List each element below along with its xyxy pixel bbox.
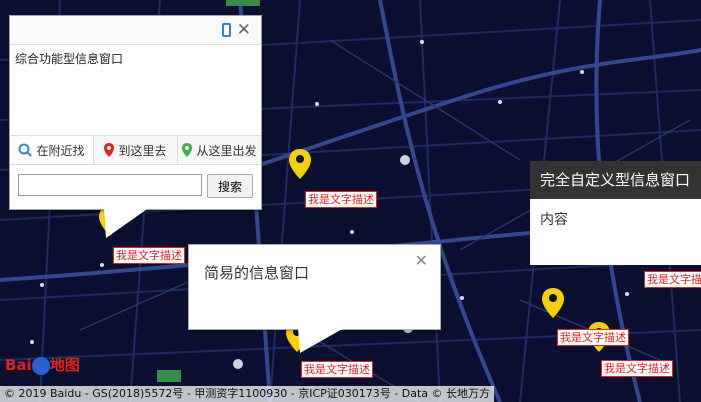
logo-text: Bai [5, 356, 32, 374]
search-button[interactable]: 搜索 [207, 174, 253, 198]
marker-label: 我是文字描述 [113, 247, 185, 264]
copyright-bar: © 2019 Baidu - GS(2018)5572号 - 甲测资字11009… [0, 386, 495, 402]
simple-info-window: 简易的信息窗口 ✕ [188, 244, 441, 330]
info-window-toolbar: ✕ [10, 16, 261, 45]
marker-label: 我是文字描述 [557, 329, 629, 346]
tab-label: 在附近找 [36, 143, 85, 158]
red-pin-icon [104, 143, 115, 157]
info-window-tail [104, 207, 150, 238]
search-row: 搜索 [18, 174, 253, 198]
custom-window-title: 完全自定义型信息窗口 [530, 161, 701, 199]
complex-info-window: ✕ 综合功能型信息窗口 在附近找 到这里去 从这里出发 搜索 [9, 15, 262, 210]
info-window-tabs: 在附近找 到这里去 从这里出发 [10, 135, 261, 165]
map-marker-icon[interactable] [289, 149, 311, 179]
send-to-phone-icon[interactable] [222, 23, 231, 37]
close-icon[interactable]: ✕ [237, 20, 251, 40]
info-window-title: 综合功能型信息窗口 [15, 52, 124, 66]
search-input[interactable] [18, 174, 202, 196]
custom-window-content: 内容 [540, 212, 568, 228]
tab-start-here[interactable]: 从这里出发 [178, 136, 261, 164]
baidu-logo: Bai 地图 [5, 354, 80, 375]
paw-icon [31, 356, 50, 375]
info-window-title: 简易的信息窗口 [204, 264, 310, 282]
marker-label: 我是文字描述 [305, 191, 377, 208]
tab-label: 从这里出发 [196, 143, 257, 158]
custom-info-window: 完全自定义型信息窗口 内容 [530, 161, 701, 265]
tab-label: 到这里去 [118, 143, 167, 158]
info-window-tail [298, 328, 344, 353]
green-pin-icon [182, 143, 193, 157]
tab-go-here[interactable]: 到这里去 [94, 136, 178, 164]
tab-nearby[interactable]: 在附近找 [10, 136, 94, 164]
map-marker-icon[interactable] [542, 288, 564, 318]
marker-label: 我是文字描述 [644, 271, 701, 288]
marker-label: 我是文字描述 [601, 360, 673, 377]
close-icon[interactable]: ✕ [415, 251, 428, 270]
marker-label: 我是文字描述 [301, 361, 373, 378]
logo-text-map: 地图 [49, 356, 80, 374]
search-icon [18, 143, 33, 157]
map-canvas[interactable]: 我是文字描述 我是文字描述 我是文字描述 我是文字描述 我是文字描述 我是文字描… [0, 0, 701, 402]
